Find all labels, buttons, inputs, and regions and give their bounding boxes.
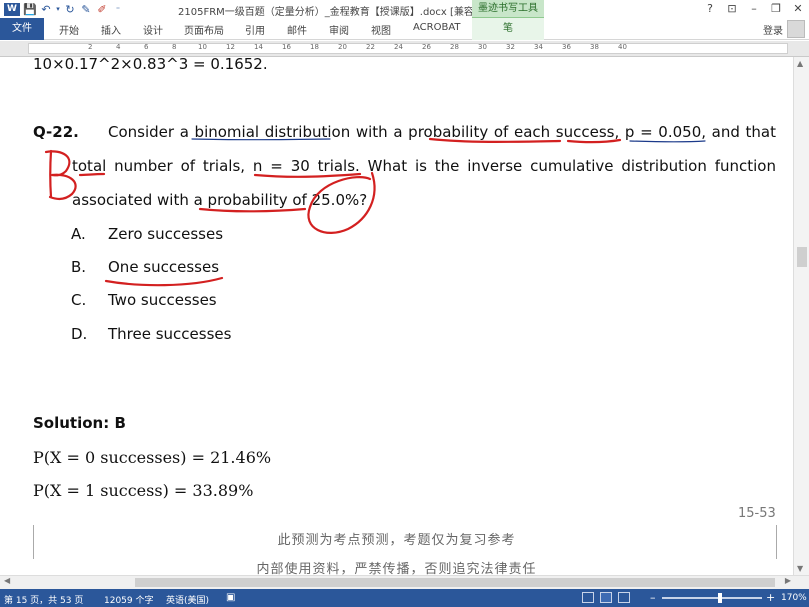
circle-around-percentage [307, 171, 376, 234]
ruler-number: 26 [422, 43, 431, 51]
pen-icon[interactable]: ✎ [78, 3, 94, 16]
tab-home[interactable]: 开始 [59, 22, 79, 37]
handwritten-b-stroke [49, 149, 53, 199]
ruler-strip [28, 43, 788, 54]
document-page[interactable]: 10×0.17^2×0.83^3 = 0.1652. Q-22. Conside… [0, 57, 793, 575]
avatar[interactable] [787, 20, 805, 38]
scroll-left-icon[interactable]: ◀ [4, 576, 10, 585]
horizontal-ruler[interactable]: 2 4 6 8 10 12 14 16 18 20 22 24 26 28 30… [0, 41, 809, 57]
document-title: 2105FRM一级百题（定量分析）_金程教育【授课版】.docx [兼容模... [178, 7, 494, 18]
scroll-down-icon[interactable]: ▼ [797, 564, 803, 573]
zoom-out-button[interactable]: – [650, 591, 656, 604]
macro-record-icon[interactable]: ▣ [226, 592, 235, 603]
language[interactable]: 英语(美国) [166, 593, 209, 606]
zoom-level[interactable]: 170% [781, 593, 807, 603]
blue-underline-consider [191, 138, 331, 141]
ruler-number: 32 [506, 43, 515, 51]
read-mode-icon[interactable] [582, 592, 594, 603]
undo-dropdown-icon[interactable]: ▾ [54, 5, 62, 13]
tab-insert[interactable]: 插入 [101, 22, 121, 37]
underline-probability [428, 137, 562, 143]
tab-file[interactable]: 文件 [0, 18, 44, 40]
underline-total-trials [78, 172, 106, 177]
ruler-number: 24 [394, 43, 403, 51]
ruler-number: 28 [450, 43, 459, 51]
title-bar: W 💾 ↶ ▾ ↻ ✎ ✐ ⁼ 2105FRM一级百题（定量分析）_金程教育【授… [0, 0, 809, 18]
underline-success [566, 138, 622, 144]
redo-icon[interactable]: ↻ [62, 3, 78, 16]
customize-toolbar-icon[interactable]: ⁼ [110, 5, 126, 14]
scroll-up-icon[interactable]: ▲ [797, 59, 803, 68]
undo-icon[interactable]: ↶ [38, 3, 54, 16]
zoom-slider[interactable] [662, 597, 762, 599]
page-info[interactable]: 第 15 页，共 53 页 [4, 593, 83, 606]
status-bar: 第 15 页，共 53 页 12059 个字 英语(美国) ▣ – + 170% [0, 589, 809, 607]
tab-page-layout[interactable]: 页面布局 [184, 22, 224, 37]
ruler-number: 4 [116, 43, 121, 51]
ruler-number: 34 [534, 43, 543, 51]
minimize-button[interactable]: – [743, 0, 765, 18]
ribbon-display-button[interactable]: ⊡ [721, 0, 743, 18]
close-button[interactable]: ✕ [787, 0, 809, 18]
horizontal-scrollbar[interactable]: ◀ ▶ [0, 575, 809, 589]
ruler-number: 22 [366, 43, 375, 51]
ruler-number: 30 [478, 43, 487, 51]
help-button[interactable]: ? [699, 0, 721, 18]
restore-button[interactable]: ❐ [765, 0, 787, 18]
underline-associated-probability [198, 207, 307, 213]
ruler-number: 40 [618, 43, 627, 51]
tab-design[interactable]: 设计 [143, 22, 163, 37]
zoom-slider-thumb[interactable] [718, 593, 722, 603]
highlighter-icon[interactable]: ✐ [94, 3, 110, 16]
blue-underline-p-value [629, 140, 706, 143]
login-link[interactable]: 登录 [763, 22, 783, 37]
ruler-number: 12 [226, 43, 235, 51]
window-controls: ? ⊡ – ❐ ✕ [699, 0, 809, 18]
scroll-thumb[interactable] [797, 247, 807, 267]
ruler-number: 18 [310, 43, 319, 51]
word-logo-icon: W [4, 2, 20, 16]
tab-references[interactable]: 引用 [245, 22, 265, 37]
scroll-thumb[interactable] [135, 578, 775, 587]
ruler-number: 2 [88, 43, 93, 51]
ink-tools-context-title: 墨迹书写工具 [472, 0, 544, 18]
ruler-number: 10 [198, 43, 207, 51]
quick-access-toolbar: W 💾 ↶ ▾ ↻ ✎ ✐ ⁼ [0, 0, 126, 18]
zoom-in-button[interactable]: + [766, 591, 775, 604]
scroll-right-icon[interactable]: ▶ [785, 576, 791, 585]
ruler-number: 36 [562, 43, 571, 51]
tab-pen[interactable]: 笔 [472, 18, 544, 40]
save-icon[interactable]: 💾 [22, 3, 38, 16]
web-layout-icon[interactable] [618, 592, 630, 603]
ruler-number: 6 [144, 43, 149, 51]
ruler-number: 14 [254, 43, 263, 51]
underline-option-b [104, 276, 224, 287]
underline-trials-value [253, 172, 362, 178]
ruler-number: 8 [172, 43, 177, 51]
word-count[interactable]: 12059 个字 [104, 593, 154, 606]
tab-view[interactable]: 视图 [371, 22, 391, 37]
tab-acrobat[interactable]: ACROBAT [413, 22, 461, 33]
ink-annotations [44, 137, 706, 287]
tab-mailings[interactable]: 邮件 [287, 22, 307, 37]
ruler-number: 20 [338, 43, 347, 51]
ribbon-tabs: 文件 开始 插入 设计 页面布局 引用 邮件 审阅 视图 ACROBAT 笔 登… [0, 18, 809, 40]
ruler-number: 38 [590, 43, 599, 51]
tab-review[interactable]: 审阅 [329, 22, 349, 37]
vertical-scrollbar[interactable]: ▲ ▼ [793, 57, 809, 575]
print-layout-icon[interactable] [600, 592, 612, 603]
ruler-number: 16 [282, 43, 291, 51]
